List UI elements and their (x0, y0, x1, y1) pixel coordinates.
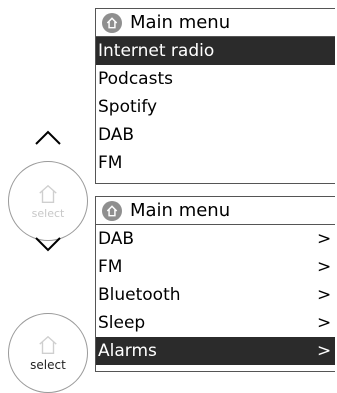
menu-item-dab[interactable]: DAB (96, 121, 335, 149)
menu-item-podcasts[interactable]: Podcasts (96, 65, 335, 93)
radio-display-main-menu: Main menu Internet radio Podcasts Spotif… (95, 8, 335, 184)
up-arrow-icon[interactable] (34, 130, 62, 146)
radio-display-main-menu-scrolled: Main menu DAB > FM > Bluetooth > Sleep >… (95, 196, 335, 372)
home-icon (102, 200, 122, 221)
screen-header: Main menu (96, 197, 335, 225)
knob-label: select (30, 358, 66, 372)
chevron-right-icon: > (317, 229, 332, 249)
home-icon (39, 184, 57, 203)
menu-item-fm[interactable]: FM > (96, 253, 335, 281)
select-knob[interactable]: select (8, 313, 88, 393)
menu-item-fm[interactable]: FM (96, 149, 335, 177)
chevron-right-icon: > (317, 313, 332, 333)
chevron-right-icon: > (317, 341, 332, 361)
menu-item-spotify[interactable]: Spotify (96, 93, 335, 121)
menu-item-internet-radio[interactable]: Internet radio (96, 37, 335, 65)
home-icon (39, 335, 57, 354)
screen-header: Main menu (96, 9, 335, 37)
screen-title: Main menu (130, 12, 231, 33)
chevron-right-icon: > (317, 257, 332, 277)
menu-item-alarms[interactable]: Alarms > (96, 337, 335, 365)
home-icon (102, 12, 122, 33)
screen-title: Main menu (130, 200, 231, 221)
down-arrow-icon[interactable] (34, 236, 62, 252)
menu-item-bluetooth[interactable]: Bluetooth > (96, 281, 335, 309)
knob-label: select (31, 206, 65, 220)
menu-item-dab[interactable]: DAB > (96, 225, 335, 253)
menu-item-sleep[interactable]: Sleep > (96, 309, 335, 337)
select-knob[interactable]: select (8, 161, 88, 241)
chevron-right-icon: > (317, 285, 332, 305)
